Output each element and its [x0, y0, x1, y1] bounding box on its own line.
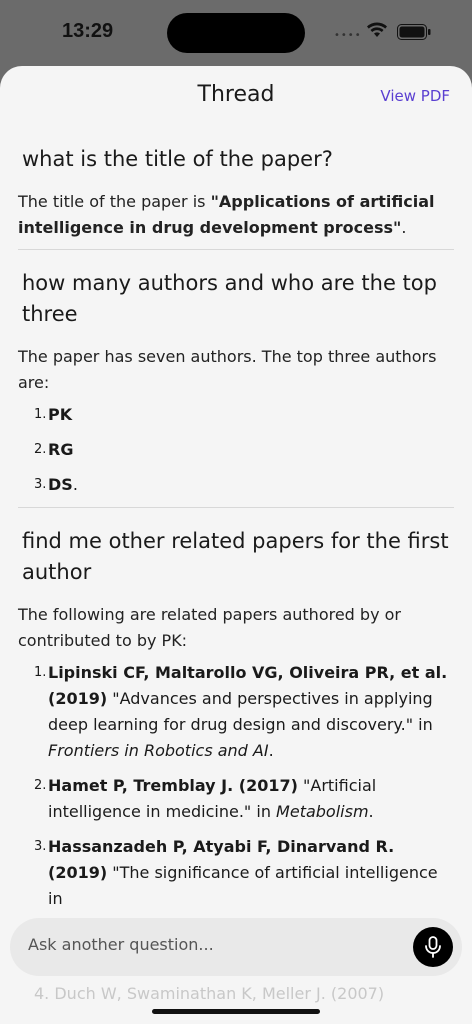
list-item: 1. Lipinski CF, Maltarollo VG, Oliveira P… — [18, 660, 454, 764]
signal-icon: •••• — [334, 30, 362, 41]
author-name: DS — [48, 475, 73, 494]
microphone-icon — [425, 936, 441, 958]
paper-list: 1. Lipinski CF, Maltarollo VG, Oliveira P… — [18, 660, 454, 912]
wifi-icon — [367, 22, 387, 37]
list-number: 3. — [34, 839, 47, 854]
qa-block: find me other related papers for the fir… — [18, 508, 454, 912]
status-time: 13:29 — [62, 20, 114, 42]
battery-icon — [397, 24, 431, 40]
home-indicator[interactable] — [152, 1009, 320, 1014]
list-number: 2. — [34, 778, 47, 793]
qa-block: what is the title of the paper? The titl… — [18, 126, 454, 250]
list-item-end: . — [268, 741, 274, 760]
question-input[interactable]: Ask another question... — [10, 918, 462, 976]
paper-authors: Hamet P, Tremblay J. (2017) — [48, 776, 298, 795]
status-bar: 13:29 •••• — [0, 0, 472, 66]
faded-list-item: 4. Duch W, Swaminathan K, Meller J. (200… — [34, 984, 385, 1003]
question-text: find me other related papers for the fir… — [22, 529, 449, 584]
paper-title: "The significance of artificial intellig… — [48, 863, 438, 908]
answer-suffix: . — [401, 218, 407, 237]
question-input-placeholder[interactable]: Ask another question... — [28, 935, 214, 954]
list-number: 1. — [34, 665, 47, 680]
sheet-header: Thread View PDF — [0, 66, 472, 126]
author-list: 1. PK 2. RG 3. DS. — [18, 402, 454, 498]
list-number: 1. — [34, 407, 47, 422]
list-item: 1. PK — [18, 402, 454, 428]
paper-journal: Frontiers in Robotics and AI — [48, 741, 269, 760]
list-item: 3. DS. — [18, 472, 454, 498]
answer-prefix: The title of the paper is — [18, 192, 211, 211]
list-item: 2. RG — [18, 437, 454, 463]
view-pdf-button[interactable]: View PDF — [380, 87, 450, 105]
list-number: 2. — [34, 442, 47, 457]
mic-button[interactable] — [413, 927, 453, 967]
thread-sheet: Thread View PDF what is the title of the… — [0, 66, 472, 1024]
paper-journal: Metabolism — [276, 802, 369, 821]
list-number: 3. — [34, 477, 47, 492]
author-name: PK — [48, 405, 73, 424]
list-item-end: . — [368, 802, 374, 821]
answer-text: The following are related papers authore… — [18, 605, 401, 650]
list-item-rest: . — [72, 475, 78, 494]
question-text: how many authors and who are the top thr… — [22, 271, 437, 326]
dynamic-island — [167, 13, 305, 53]
thread-content: what is the title of the paper? The titl… — [0, 126, 472, 912]
answer-text: The paper has seven authors. The top thr… — [18, 347, 437, 392]
author-name: RG — [48, 440, 74, 459]
qa-block: how many authors and who are the top thr… — [18, 250, 454, 508]
question-text: what is the title of the paper? — [22, 147, 333, 171]
list-item: 3. Hassanzadeh P, Atyabi F, Dinarvand R. … — [18, 834, 454, 912]
answer-text: The title of the paper is "Applications … — [18, 189, 454, 241]
list-item: 2. Hamet P, Tremblay J. (2017) "Artificia… — [18, 773, 454, 825]
